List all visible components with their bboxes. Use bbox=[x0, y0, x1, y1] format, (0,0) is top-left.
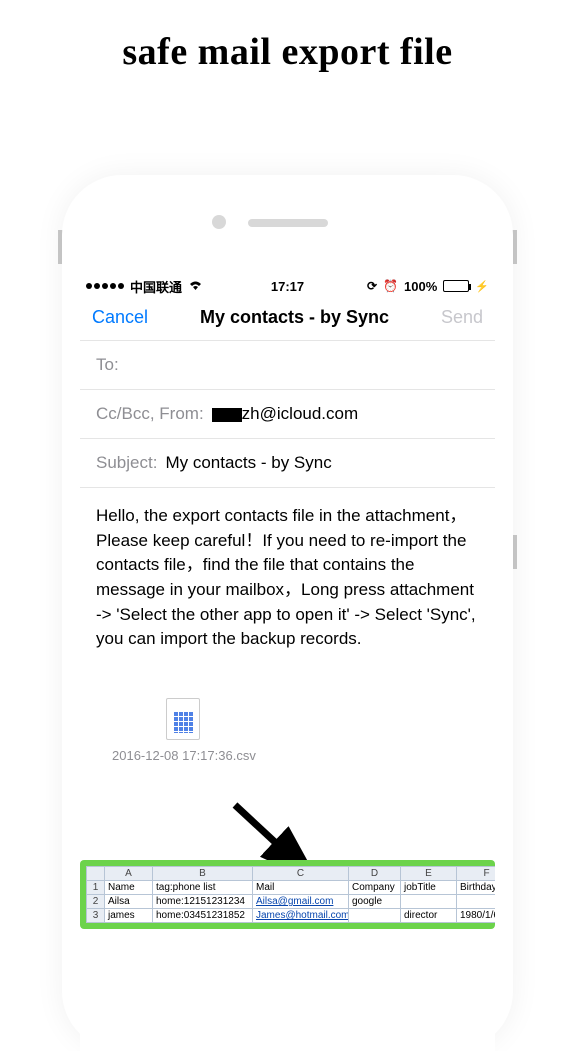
subject-field[interactable]: Subject: My contacts - by Sync bbox=[80, 439, 495, 488]
status-time: 17:17 bbox=[271, 279, 304, 294]
csv-file-icon bbox=[166, 698, 200, 740]
orientation-lock-icon: ⟳ bbox=[367, 279, 377, 293]
alarm-icon: ⏰ bbox=[383, 279, 398, 293]
cell: home:12151231234 bbox=[153, 895, 253, 909]
cell: home:03451231852 bbox=[153, 909, 253, 923]
cell: James@hotmail.com bbox=[253, 909, 349, 923]
header-cell: Company bbox=[349, 881, 401, 895]
cell: james bbox=[105, 909, 153, 923]
to-field[interactable]: To: bbox=[80, 341, 495, 390]
promo-title: safe mail export file bbox=[0, 30, 575, 74]
col-letter: D bbox=[349, 867, 401, 881]
column-letter-row: A B C D E F bbox=[87, 867, 496, 881]
cell bbox=[349, 909, 401, 923]
to-label: To: bbox=[96, 355, 119, 375]
col-letter: A bbox=[105, 867, 153, 881]
cell: google bbox=[349, 895, 401, 909]
compose-title: My contacts - by Sync bbox=[200, 307, 389, 328]
header-cell: Birthday bbox=[457, 881, 496, 895]
header-cell: Name bbox=[105, 881, 153, 895]
header-cell: jobTitle bbox=[401, 881, 457, 895]
ccbcc-from-field[interactable]: Cc/Bcc, From: zh@icloud.com bbox=[80, 390, 495, 439]
table-row: 1 Name tag:phone list Mail Company jobTi… bbox=[87, 881, 496, 895]
status-bar: 中国联通 17:17 ⟳ ⏰ 100% ⚡ bbox=[80, 275, 495, 297]
table-row: 2 Ailsa home:12151231234 Ailsa@gmail.com… bbox=[87, 895, 496, 909]
subject-value: My contacts - by Sync bbox=[165, 453, 331, 473]
col-letter: E bbox=[401, 867, 457, 881]
email-body[interactable]: Hello, the export contacts file in the a… bbox=[80, 488, 495, 668]
phone-speaker bbox=[248, 219, 328, 227]
mail-link[interactable]: James@hotmail.com bbox=[256, 910, 349, 921]
wifi-icon bbox=[188, 278, 203, 294]
phone-camera-dot bbox=[212, 215, 226, 229]
col-letter: B bbox=[153, 867, 253, 881]
compose-navbar: Cancel My contacts - by Sync Send bbox=[80, 297, 495, 340]
battery-icon bbox=[443, 280, 469, 292]
attachment[interactable]: 2016-12-08 17:17:36.csv bbox=[96, 698, 479, 763]
send-button[interactable]: Send bbox=[441, 307, 483, 328]
cancel-button[interactable]: Cancel bbox=[92, 307, 148, 328]
phone-frame: 中国联通 17:17 ⟳ ⏰ 100% ⚡ Cancel My contacts… bbox=[62, 175, 513, 1051]
cell: Ailsa@gmail.com bbox=[253, 895, 349, 909]
battery-percent: 100% bbox=[404, 279, 437, 294]
cell bbox=[457, 895, 496, 909]
subject-label: Subject: bbox=[96, 453, 157, 473]
attachment-filename: 2016-12-08 17:17:36.csv bbox=[112, 748, 479, 763]
mail-link[interactable]: Ailsa@gmail.com bbox=[256, 896, 333, 907]
col-letter: C bbox=[253, 867, 349, 881]
spreadsheet-preview: A B C D E F 1 Name tag:phone list Mail C bbox=[80, 860, 495, 929]
spreadsheet-table: A B C D E F 1 Name tag:phone list Mail C bbox=[86, 866, 495, 923]
table-row: 3 james home:03451231852 James@hotmail.c… bbox=[87, 909, 496, 923]
redacted-block bbox=[212, 408, 242, 422]
cell: Ailsa bbox=[105, 895, 153, 909]
carrier-label: 中国联通 bbox=[130, 277, 182, 296]
charging-icon: ⚡ bbox=[475, 280, 489, 293]
signal-icon bbox=[86, 283, 124, 289]
ccbcc-label: Cc/Bcc, From: bbox=[96, 404, 204, 424]
header-cell: tag:phone list bbox=[153, 881, 253, 895]
cell: director bbox=[401, 909, 457, 923]
col-letter: F bbox=[457, 867, 496, 881]
cell: 1980/1/6 bbox=[457, 909, 496, 923]
from-address-suffix: zh@icloud.com bbox=[242, 404, 358, 423]
phone-screen: 中国联通 17:17 ⟳ ⏰ 100% ⚡ Cancel My contacts… bbox=[80, 275, 495, 1051]
cell bbox=[401, 895, 457, 909]
header-cell: Mail bbox=[253, 881, 349, 895]
